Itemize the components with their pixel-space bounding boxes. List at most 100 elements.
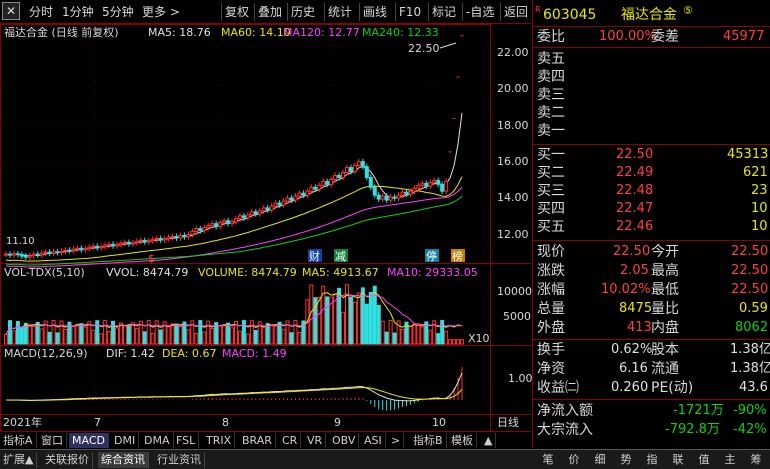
main-force-icon[interactable]: 主 [719, 452, 741, 468]
total-volume: 8475 [619, 301, 653, 316]
event-tag-halt[interactable]: 停 [426, 249, 437, 263]
volume-bar [71, 325, 76, 345]
divider [533, 240, 770, 241]
block-inflow-pct: -42% [733, 422, 767, 437]
candle [218, 222, 223, 228]
volume-bar [79, 323, 84, 345]
dif-label: DIF: 1.42 [106, 347, 155, 360]
candle [146, 240, 151, 243]
tab-dmi[interactable]: DMI [111, 433, 140, 448]
bid-level-label: 买四 [537, 201, 565, 217]
info-label: 换手 [537, 342, 565, 358]
volume-bar [154, 320, 159, 345]
linked-icon[interactable]: 联 [667, 452, 689, 468]
candle [412, 187, 417, 192]
tab-indicator-a[interactable]: 指标A [0, 433, 37, 448]
candle [35, 253, 40, 256]
candle [126, 241, 131, 245]
ma5-line [5, 112, 463, 257]
volume-bar [111, 320, 116, 345]
candle [408, 190, 413, 195]
volume-bar [317, 297, 322, 345]
candle [166, 236, 171, 240]
tab-expand-up[interactable]: ▲ [481, 433, 497, 448]
price-table-icon[interactable]: 价 [563, 452, 585, 468]
ask-level-label: 卖五 [537, 51, 565, 67]
tab-more-indicators[interactable]: > [388, 433, 405, 448]
vol-ma5-label: MA5: 4913.67 [302, 266, 379, 279]
index-icon[interactable]: 指 [641, 452, 663, 468]
volume-bar [416, 323, 421, 345]
chips-icon[interactable]: 筹 [745, 452, 767, 468]
candle [115, 244, 120, 247]
event-tag-finance[interactable]: 财 [309, 249, 320, 263]
volume-bar [456, 339, 461, 345]
candle [428, 181, 433, 187]
stat-label: 最低 [651, 282, 679, 298]
tab-asi[interactable]: ASI [361, 433, 386, 448]
tab-vr[interactable]: VR [304, 433, 327, 448]
volume-bar [226, 322, 231, 345]
info-label: 净资 [537, 361, 565, 377]
tab-trix[interactable]: TRIX [203, 433, 236, 448]
volume-bar [218, 325, 223, 345]
candle [67, 249, 72, 252]
event-tag-dividend[interactable]: $ [148, 252, 155, 265]
open-price: 22.50 [731, 244, 769, 259]
candle [226, 220, 231, 225]
expand-button[interactable]: 扩展▲ [0, 452, 38, 468]
candle [174, 235, 179, 239]
kline-chart[interactable]: 福达合金 (日线 前复权) MA5: 18.76 MA60: 14.10 MA1… [0, 0, 532, 449]
candle [301, 192, 306, 196]
tab-fsl[interactable]: FSL [173, 433, 200, 448]
volume-bar [412, 323, 417, 345]
ma5-label: MA5: 18.76 [148, 26, 211, 39]
detail-icon[interactable]: 细 [589, 452, 611, 468]
divider [533, 399, 770, 400]
stat-label: 现价 [537, 244, 565, 260]
candle [285, 197, 290, 202]
tab-dma[interactable]: DMA [141, 433, 174, 448]
kline-title: 福达合金 (日线 前复权) [4, 25, 119, 39]
high-mark-label: 22.50 [408, 42, 440, 55]
candle [222, 220, 227, 224]
weibi-label: 委比 [537, 29, 565, 45]
block-inflow-value: -792.8万 [665, 422, 720, 437]
candle [233, 218, 238, 223]
tab-obv[interactable]: OBV [329, 433, 360, 448]
candle [39, 252, 44, 256]
tick-detail-icon[interactable]: 笔 [537, 452, 559, 468]
tab-industry-news[interactable]: 行业资讯 [154, 452, 205, 468]
ma120-line [5, 187, 463, 268]
tab-company-news[interactable]: 综合资讯 [98, 452, 149, 468]
volume-bar [47, 331, 52, 345]
value-icon[interactable]: 值 [693, 452, 715, 468]
stock-code: 603045 [543, 7, 597, 23]
inner-volume: 8062 [735, 320, 769, 335]
event-tag-reduce[interactable]: 减 [335, 250, 346, 263]
tab-macd[interactable]: MACD [69, 433, 109, 448]
trend-icon[interactable]: 势 [615, 452, 637, 468]
volume-bar [237, 330, 242, 345]
float-shares: 1.38亿 [730, 361, 770, 376]
volume-bar [166, 326, 171, 345]
x-tick: 7 [94, 416, 101, 429]
candle [19, 254, 24, 257]
outer-volume: 413 [627, 320, 652, 335]
change-pct: 10.02% [601, 282, 651, 297]
candle [7, 253, 12, 256]
x-tick: 8 [222, 416, 229, 429]
macd-tick: 1.00 [508, 372, 532, 385]
tab-indicator-b[interactable]: 指标B [410, 433, 447, 448]
tab-cr[interactable]: CR [279, 433, 302, 448]
tab-brar[interactable]: BRAR [239, 433, 276, 448]
tab-template[interactable]: 模板 [448, 433, 477, 448]
x-tick: 2021年 [3, 415, 42, 429]
volume-bar [107, 330, 112, 345]
event-tag-list[interactable]: 榜 [452, 249, 463, 263]
candle [71, 248, 76, 252]
candle [107, 243, 112, 246]
tab-related-quotes[interactable]: 关联报价 [42, 452, 93, 468]
candle [384, 195, 389, 201]
tab-window[interactable]: 窗口 [38, 433, 67, 448]
